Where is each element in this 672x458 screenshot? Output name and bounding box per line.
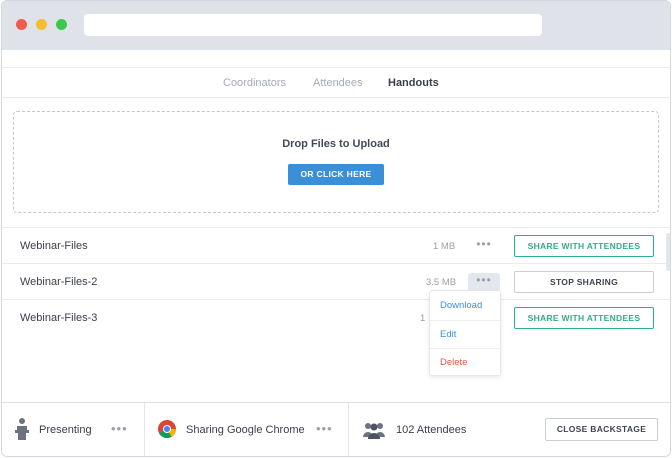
presenting-more-button[interactable]: ••• [111,421,128,436]
file-dropzone[interactable]: Drop Files to Upload OR CLICK HERE [13,111,659,213]
more-options-button[interactable]: ••• [468,273,500,291]
presenting-section: Presenting ••• [2,403,145,456]
tab-bar: Coordinators Attendees Handouts [2,67,670,98]
file-size: 1 [420,313,426,324]
minimize-window-icon[interactable] [36,19,47,30]
file-row: Webinar-Files-2 3.5 MB ••• STOP SHARING [2,263,670,299]
maximize-window-icon[interactable] [56,19,67,30]
sharing-label: Sharing Google Chrome [186,424,305,436]
chrome-icon [158,420,176,443]
menu-item-delete[interactable]: Delete [430,348,500,376]
browser-toolbar [2,1,670,50]
menu-item-edit[interactable]: Edit [430,320,500,348]
close-backstage-button[interactable]: CLOSE BACKSTAGE [545,418,658,441]
file-row: Webinar-Files 1 MB ••• SHARE WITH ATTEND… [2,227,670,263]
file-size: 1 MB [433,241,456,252]
file-name: Webinar-Files [20,240,88,252]
scrollbar[interactable] [666,233,670,271]
people-icon [363,421,385,444]
dropzone-title: Drop Files to Upload [282,138,390,150]
address-bar[interactable] [84,14,542,36]
tab-handouts[interactable]: Handouts [388,77,439,89]
upload-button[interactable]: OR CLICK HERE [288,164,384,185]
presenting-label: Presenting [39,424,92,436]
share-with-attendees-button[interactable]: SHARE WITH ATTENDEES [514,235,654,257]
file-row: Webinar-Files-3 1 SHARE WITH ATTENDEES [2,299,670,335]
close-window-icon[interactable] [16,19,27,30]
file-name: Webinar-Files-2 [20,276,98,288]
stop-sharing-button[interactable]: STOP SHARING [514,271,654,293]
file-name: Webinar-Files-3 [20,312,98,324]
share-with-attendees-button[interactable]: SHARE WITH ATTENDEES [514,307,654,329]
menu-item-download[interactable]: Download [430,292,500,320]
file-size: 3.5 MB [426,277,457,288]
presenter-icon [15,418,29,445]
file-options-menu: Download Edit Delete [429,290,501,376]
tab-attendees[interactable]: Attendees [313,77,363,89]
status-footer: Presenting ••• Sharing Google Chrome ••• [2,402,670,456]
sharing-section: Sharing Google Chrome ••• [145,403,349,456]
browser-window: Coordinators Attendees Handouts Drop Fil… [1,0,671,457]
sharing-more-button[interactable]: ••• [316,421,333,436]
tab-coordinators[interactable]: Coordinators [223,77,286,89]
more-options-button[interactable]: ••• [468,237,500,255]
attendee-count: 102 Attendees [396,424,467,436]
